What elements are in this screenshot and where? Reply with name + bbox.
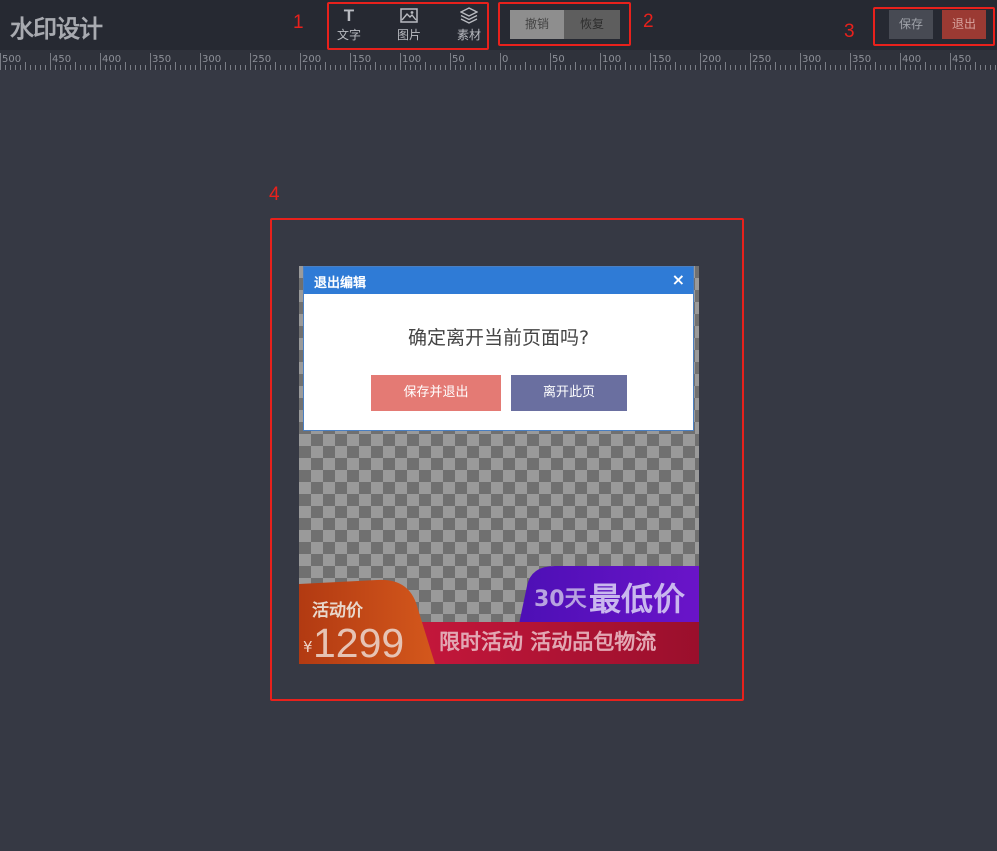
ruler-label: 400	[102, 54, 121, 65]
ruler-label: 450	[52, 54, 71, 65]
promo-text: 限时活动 活动品包物流	[439, 630, 657, 654]
ruler-label: 350	[152, 54, 171, 65]
ruler-label: 300	[802, 54, 821, 65]
days-text: 30天	[534, 587, 587, 612]
price-value: 1299	[313, 620, 405, 664]
ruler-label: 350	[852, 54, 871, 65]
ruler-label: 250	[752, 54, 771, 65]
ruler-label: 50	[452, 54, 465, 65]
annotation-box-2	[498, 2, 631, 46]
annotation-number-2: 2	[643, 11, 654, 32]
ruler-label: 300	[202, 54, 221, 65]
ruler-label: 450	[952, 54, 971, 65]
ruler-label: 50	[552, 54, 565, 65]
ruler-label: 150	[352, 54, 371, 65]
annotation-number-3: 3	[844, 21, 855, 42]
ruler-label: 100	[402, 54, 421, 65]
ruler-label: 100	[602, 54, 621, 65]
ruler-label: 400	[902, 54, 921, 65]
currency-symbol: ¥	[303, 638, 313, 656]
leave-page-button[interactable]: 离开此页	[511, 375, 627, 411]
annotation-box-3	[873, 7, 995, 46]
ruler-label: 200	[702, 54, 721, 65]
lowest-price-text: 最低价	[589, 580, 686, 618]
price-label: 活动价	[312, 601, 363, 621]
ruler-label: 250	[252, 54, 271, 65]
annotation-number-1: 1	[293, 12, 304, 33]
close-icon[interactable]: ×	[672, 270, 685, 289]
ruler-label: 150	[652, 54, 671, 65]
ruler-scale: 500 450 400 350 300 250 200 150 100 50 0 50 100 150 20…	[0, 53, 996, 70]
save-and-exit-button[interactable]: 保存并退出	[371, 375, 501, 411]
annotation-number-4: 4	[269, 184, 280, 205]
dialog-header: 退出编辑 ×	[304, 267, 693, 294]
exit-dialog: 退出编辑 × 确定离开当前页面吗? 保存并退出 离开此页	[303, 266, 694, 431]
horizontal-ruler: 500 450 400 350 300 250 200 150 100 50 0 50 100 150 20…	[0, 50, 997, 70]
dialog-message: 确定离开当前页面吗?	[407, 327, 590, 349]
app-logo: 水印设计	[10, 15, 103, 43]
ruler-label: 500	[2, 54, 21, 65]
annotation-box-1	[327, 2, 489, 50]
dialog-title: 退出编辑	[314, 276, 367, 291]
ruler-label: 0	[502, 54, 508, 65]
ruler-label: 200	[302, 54, 321, 65]
